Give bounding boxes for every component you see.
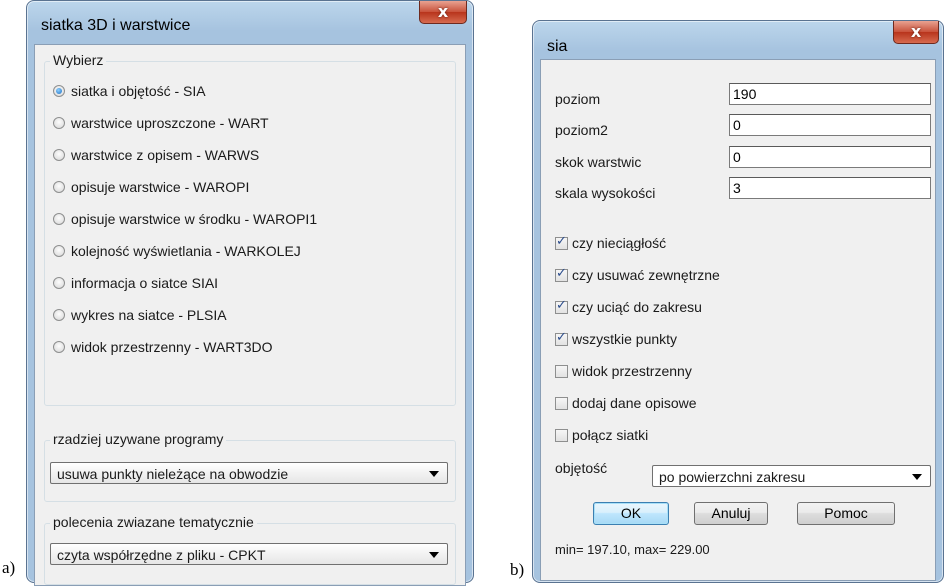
field-input[interactable]: 190 <box>729 83 931 105</box>
program-option[interactable]: wykres na siatce - PLSIA <box>53 306 227 324</box>
radio-button[interactable] <box>53 277 65 289</box>
program-option-label: widok przestrzenny - WART3DO <box>71 339 273 355</box>
checkbox[interactable] <box>555 364 568 378</box>
checkbox[interactable] <box>555 396 568 410</box>
checkbox-label: połącz siatki <box>572 427 649 443</box>
field-label: poziom2 <box>555 122 608 138</box>
radio-button[interactable] <box>53 309 65 321</box>
chevron-down-icon <box>912 474 922 480</box>
program-option-label: informacja o siatce SIAI <box>71 275 219 291</box>
topic-group-label: polecenia zwiazane tematycznie <box>50 514 257 530</box>
left-close-button[interactable]: x <box>419 1 467 24</box>
radio-button[interactable] <box>53 181 65 193</box>
program-option[interactable]: warstwice z opisem - WARWS <box>53 146 259 164</box>
right-dialog-client: poziom 190 poziom2 0 skok warstwic 0 skala wys… <box>540 59 936 581</box>
checkbox-label: czy usuwać zewnętrzne <box>572 267 720 283</box>
program-option[interactable]: kolejność wyświetlania - WARKOLEJ <box>53 242 301 260</box>
cancel-button[interactable]: Anuluj <box>694 502 768 525</box>
field-label: skala wysokości <box>555 185 656 201</box>
ok-button[interactable]: OK <box>593 502 669 525</box>
close-icon: x <box>910 22 922 41</box>
option-checkbox-row[interactable]: czy uciąć do zakresu <box>555 298 702 316</box>
choose-group-label: Wybierz <box>50 52 107 68</box>
option-checkbox-row[interactable]: czy usuwać zewnętrzne <box>555 266 720 284</box>
program-option-label: opisuje warstwice w środku - WAROPI1 <box>71 211 318 227</box>
option-checkbox-row[interactable]: dodaj dane opisowe <box>555 394 697 412</box>
volume-label: objętość <box>555 460 608 476</box>
program-option-label: wykres na siatce - PLSIA <box>71 307 227 323</box>
radio-button[interactable] <box>53 341 65 353</box>
rare-group-label: rzadziej uzywane programy <box>50 431 227 447</box>
field-input[interactable]: 0 <box>729 146 931 168</box>
checkbox[interactable] <box>555 428 568 442</box>
program-option-label: warstwice uproszczone - WART <box>71 115 269 131</box>
radio-button[interactable] <box>53 85 65 97</box>
help-button[interactable]: Pomoc <box>797 502 895 525</box>
field-label: poziom <box>555 91 601 107</box>
close-icon: x <box>437 2 449 21</box>
volume-value: po powierzchni zakresu <box>659 469 806 485</box>
field-label: skok warstwic <box>555 154 642 170</box>
radio-button[interactable] <box>53 117 65 129</box>
checkbox[interactable] <box>555 234 568 250</box>
panel-label-a: a) <box>2 558 16 577</box>
chevron-down-icon <box>429 471 439 477</box>
rare-programs-dropdown[interactable]: usuwa punkty nieleżące na obwodzie <box>50 462 448 484</box>
option-checkbox-row[interactable]: wszystkie punkty <box>555 330 677 348</box>
right-dialog-window: sia x poziom 190 poziom2 0 skok warstwic 0 ska… <box>532 20 944 583</box>
rare-programs-value: usuwa punkty nieleżące na obwodzie <box>57 466 289 482</box>
checkbox-label: dodaj dane opisowe <box>572 395 697 411</box>
left-dialog-window: siatka 3D i warstwice x Wybierz siatka i… <box>26 0 474 586</box>
checkbox-label: wszystkie punkty <box>572 331 678 347</box>
program-option-label: kolejność wyświetlania - WARKOLEJ <box>71 243 301 259</box>
volume-dropdown[interactable]: po powierzchni zakresu <box>652 465 931 487</box>
program-option-label: siatka i objętość - SIA <box>71 83 206 99</box>
checkbox-label: czy nieciągłość <box>572 235 667 251</box>
left-dialog-client: Wybierz siatka i objętość - SIA warstwice… <box>34 44 466 586</box>
right-dialog-title: sia <box>547 38 568 55</box>
program-option-label: opisuje warstwice - WAROPI <box>71 179 250 195</box>
checkbox[interactable] <box>555 266 568 282</box>
status-min-max: min= 197.10, max= 229.00 <box>555 542 710 557</box>
field-input[interactable]: 3 <box>729 177 931 199</box>
checkbox-label: widok przestrzenny <box>572 363 692 379</box>
chevron-down-icon <box>429 552 439 558</box>
checkbox[interactable] <box>555 330 568 346</box>
radio-button[interactable] <box>53 213 65 225</box>
topic-commands-dropdown[interactable]: czyta współrzędne z pliku - CPKT <box>50 543 448 565</box>
checkbox[interactable] <box>555 298 568 314</box>
checkbox-label: czy uciąć do zakresu <box>572 299 702 315</box>
program-option[interactable]: opisuje warstwice - WAROPI <box>53 178 249 196</box>
right-close-button[interactable]: x <box>893 21 939 44</box>
program-option[interactable]: widok przestrzenny - WART3DO <box>53 338 273 356</box>
program-option-label: warstwice z opisem - WARWS <box>71 147 260 163</box>
radio-button[interactable] <box>53 245 65 257</box>
program-option[interactable]: opisuje warstwice w środku - WAROPI1 <box>53 210 317 228</box>
field-input[interactable]: 0 <box>729 114 931 136</box>
radio-button[interactable] <box>53 149 65 161</box>
option-checkbox-row[interactable]: połącz siatki <box>555 426 648 444</box>
option-checkbox-row[interactable]: widok przestrzenny <box>555 362 692 380</box>
left-dialog-title: siatka 3D i warstwice <box>41 17 191 34</box>
program-option[interactable]: siatka i objętość - SIA <box>53 82 206 100</box>
program-option[interactable]: informacja o siatce SIAI <box>53 274 218 292</box>
panel-label-b: b) <box>510 560 525 579</box>
program-option[interactable]: warstwice uproszczone - WART <box>53 114 269 132</box>
option-checkbox-row[interactable]: czy nieciągłość <box>555 234 666 252</box>
topic-commands-value: czyta współrzędne z pliku - CPKT <box>57 547 266 563</box>
